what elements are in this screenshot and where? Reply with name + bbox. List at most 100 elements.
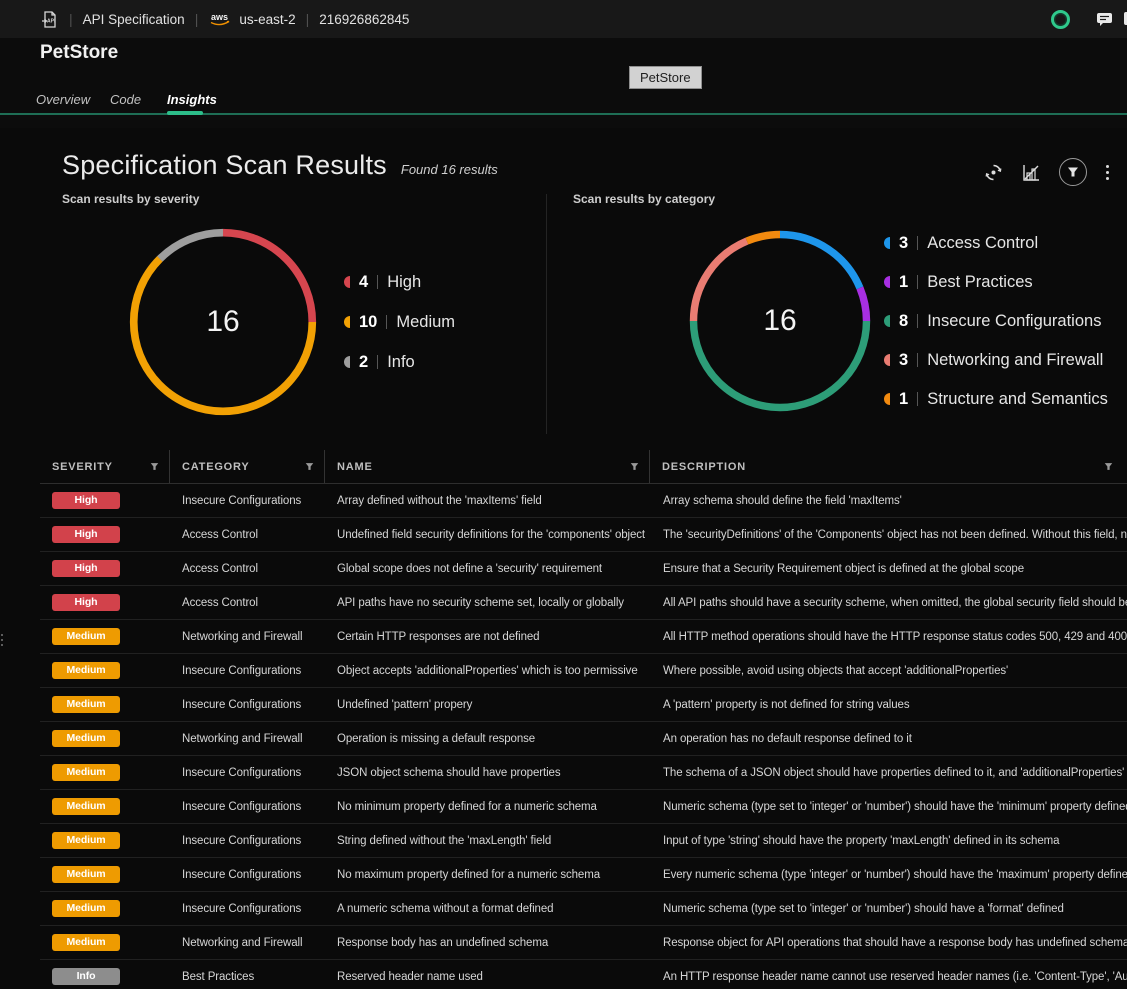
table-row[interactable]: MediumInsecure ConfigurationsObject acce… [40, 654, 1127, 688]
legend-item-info[interactable]: 2Info [344, 352, 455, 372]
cell-description: Numeric schema (type set to 'integer' or… [650, 801, 1127, 813]
legend-divider [917, 353, 918, 367]
cell-category: Best Practices [170, 971, 325, 983]
legend-label: Structure and Semantics [927, 390, 1108, 409]
filter-funnel-icon [305, 462, 314, 471]
severity-badge: Medium [52, 832, 120, 849]
breadcrumb-product[interactable]: API Specification [83, 12, 185, 27]
column-header-name[interactable]: NAME [325, 450, 650, 483]
chart-section-divider [546, 194, 547, 434]
cell-description: An operation has no default response def… [650, 733, 1127, 745]
table-row[interactable]: MediumNetworking and FirewallCertain HTT… [40, 620, 1127, 654]
cell-category: Networking and Firewall [170, 937, 325, 949]
results-table: SEVERITY CATEGORY NAME DESCRIPTION High I… [40, 450, 1127, 989]
cell-category: Insecure Configurations [170, 869, 325, 881]
legend-value: 1 [899, 390, 908, 409]
table-row[interactable]: MediumInsecure ConfigurationsJSON object… [40, 756, 1127, 790]
cell-category: Insecure Configurations [170, 665, 325, 677]
severity-badge: Medium [52, 900, 120, 917]
severity-badge: High [52, 526, 120, 543]
cell-description: An HTTP response header name cannot use … [650, 971, 1127, 983]
cell-description: Where possible, avoid using objects that… [650, 665, 1127, 677]
more-options-icon[interactable] [1104, 163, 1111, 182]
svg-text:API: API [47, 18, 56, 24]
cell-name: A numeric schema without a format define… [325, 903, 650, 915]
table-row[interactable]: InfoBest PracticesReserved header name u… [40, 960, 1127, 989]
legend-value: 8 [899, 312, 908, 331]
chat-icon[interactable] [1096, 12, 1113, 27]
tab-overview[interactable]: Overview [36, 92, 90, 107]
legend-value: 3 [899, 234, 908, 253]
legend-marker [884, 237, 890, 249]
severity-badge: Medium [52, 866, 120, 883]
column-header-category[interactable]: CATEGORY [170, 450, 325, 483]
active-tab-indicator [167, 111, 203, 115]
cell-name: Certain HTTP responses are not defined [325, 631, 650, 643]
legend-label: Medium [396, 313, 455, 332]
legend-label: Access Control [927, 234, 1038, 253]
table-row[interactable]: MediumInsecure ConfigurationsNo maximum … [40, 858, 1127, 892]
tab-code[interactable]: Code [110, 92, 141, 107]
legend-marker [884, 354, 890, 366]
legend-value: 1 [899, 273, 908, 292]
table-row[interactable]: HighAccess ControlGlobal scope does not … [40, 552, 1127, 586]
cell-name: Array defined without the 'maxItems' fie… [325, 495, 650, 507]
cell-name: No minimum property defined for a numeri… [325, 801, 650, 813]
results-count: Found 16 results [401, 162, 498, 177]
legend-item-access-control[interactable]: 3 Access Control [884, 233, 1108, 253]
table-header: SEVERITY CATEGORY NAME DESCRIPTION [40, 450, 1127, 484]
column-header-description[interactable]: DESCRIPTION [650, 450, 1127, 483]
cell-name: String defined without the 'maxLength' f… [325, 835, 650, 847]
legend-item-best-practices[interactable]: 1Best Practices [884, 272, 1108, 292]
cell-category: Networking and Firewall [170, 631, 325, 643]
table-row[interactable]: MediumNetworking and FirewallOperation i… [40, 722, 1127, 756]
cell-category: Access Control [170, 529, 325, 541]
table-row[interactable]: HighAccess ControlAPI paths have no secu… [40, 586, 1127, 620]
breadcrumb-region[interactable]: us-east-2 [239, 12, 295, 27]
legend-label: Insecure Configurations [927, 312, 1101, 331]
legend-divider [377, 355, 378, 369]
filter-funnel-icon [150, 462, 159, 471]
table-row[interactable]: HighInsecure ConfigurationsArray defined… [40, 484, 1127, 518]
filter-funnel-icon [630, 462, 639, 471]
severity-badge: Medium [52, 798, 120, 815]
severity-donut-total: 16 [127, 226, 319, 418]
cell-category: Insecure Configurations [170, 767, 325, 779]
tab-insights[interactable]: Insights [167, 92, 217, 107]
severity-donut-chart: 16 [127, 226, 319, 418]
legend-marker [884, 315, 890, 327]
table-body: High Insecure Configurations Array defined… [40, 484, 1127, 989]
cell-name: API paths have no security scheme set, l… [325, 597, 650, 609]
column-header-severity[interactable]: SEVERITY [40, 450, 170, 483]
severity-badge: Medium [52, 764, 120, 781]
panel-drag-handle[interactable] [1, 634, 3, 646]
table-row[interactable]: Medium Insecure ConfigurationsNo minimum … [40, 790, 1127, 824]
legend-label: High [387, 273, 421, 292]
table-row[interactable]: MediumInsecure ConfigurationsUndefined '… [40, 688, 1127, 722]
table-row[interactable]: MediumNetworking and FirewallResponse bo… [40, 926, 1127, 960]
legend-item-insecure-configurations[interactable]: 8 Insecure Configurations [884, 311, 1108, 331]
filter-funnel-icon [1104, 462, 1113, 471]
legend-item-structure-and-semantics[interactable]: 1 Structure and Semantics [884, 389, 1108, 409]
cell-category: Insecure Configurations [170, 801, 325, 813]
table-row[interactable]: HighAccess ControlUndefined field securi… [40, 518, 1127, 552]
filter-button[interactable] [1059, 158, 1087, 186]
legend-marker [344, 356, 350, 368]
legend-item-networking-and-firewall[interactable]: 3Networking and Firewall [884, 350, 1108, 370]
table-row[interactable]: MediumInsecure ConfigurationsString defi… [40, 824, 1127, 858]
legend-divider [386, 315, 387, 329]
status-ring-icon[interactable] [1051, 10, 1070, 29]
cell-name: Operation is missing a default response [325, 733, 650, 745]
cell-description: Response object for API operations that … [650, 937, 1127, 949]
table-row[interactable]: MediumInsecure ConfigurationsA numeric s… [40, 892, 1127, 926]
legend-divider [917, 275, 918, 289]
api-file-icon[interactable]: API [40, 10, 59, 29]
refresh-icon[interactable] [983, 162, 1004, 183]
legend-divider [917, 392, 918, 406]
top-bar: API | API Specification | aws us-east-2 … [0, 0, 1127, 38]
cell-category: Insecure Configurations [170, 699, 325, 711]
cell-category: Networking and Firewall [170, 733, 325, 745]
legend-item-high[interactable]: 4High [344, 272, 455, 292]
toggle-charts-icon[interactable] [1021, 162, 1042, 183]
legend-item-medium[interactable]: 10Medium [344, 312, 455, 332]
